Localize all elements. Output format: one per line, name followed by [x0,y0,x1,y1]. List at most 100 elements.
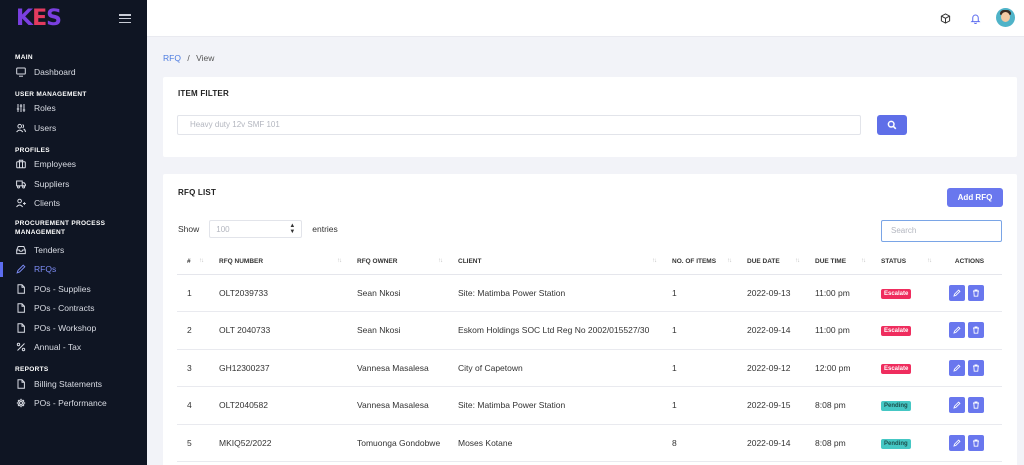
delete-button[interactable] [968,397,984,414]
percent-icon [16,342,26,352]
edit-button[interactable] [949,397,965,414]
sidebar-item-label: Employees [34,159,77,170]
entries-label: entries [312,224,338,234]
sidebar-item-dashboard[interactable]: Dashboard [0,62,147,82]
sidebar-item-roles[interactable]: Roles [0,99,147,119]
edit-icon [953,326,961,334]
sidebar-item-label: Roles [34,103,56,114]
sidebar-header: KES [0,0,147,37]
client-name: Eskom Holdings SOC Ltd Reg No 2002/01552… [448,311,662,350]
edit-button[interactable] [949,284,965,301]
user-plus-icon [16,198,26,208]
column-header: ACTIONS [937,250,1002,275]
edit-button[interactable] [949,322,965,339]
client-name: Site: Matimba Power Station [448,274,662,312]
sidebar-item-suppliers[interactable]: Suppliers [0,174,147,194]
item-filter-card: ITEM FILTER Heavy duty 12v SMF 101 [163,77,1017,157]
avatar[interactable] [996,8,1015,27]
rfq-number: OLT2040582 [209,386,347,425]
due-time: 11:00 pm [805,311,871,350]
rfq-number: OLT2039733 [209,274,347,312]
edit-icon [953,439,961,447]
entries-value: 100 [216,224,230,234]
sort-icon: ↑↓ [438,258,443,264]
actions-cell [937,274,1002,312]
sidebar-item-pos-contracts[interactable]: POs - Contracts [0,299,147,319]
row-number: 4 [177,386,209,425]
rfq-list-card: RFQ LIST Add RFQ Show 100 ▲ ▼ entries Sea… [163,174,1017,465]
due-date: 2022-09-12 [737,349,805,387]
column-header[interactable]: STATUS ↑↓ [871,250,937,275]
gear-icon [16,398,26,408]
rfq-owner: Vannesa Masalesa [347,349,448,387]
bell-icon[interactable] [968,11,982,25]
column-header[interactable]: NO. OF ITEMS ↑↓ [662,250,737,275]
sidebar-item-label: Users [34,122,57,133]
sidebar-item-pos-performance[interactable]: POs - Performance [0,394,147,414]
column-header-label: # [187,258,191,266]
table-search-input[interactable]: Search [881,220,1002,242]
delete-button[interactable] [968,359,984,376]
client-name: Site: Matimba Power Station [448,386,662,425]
logo-letter: S [46,6,62,31]
client-name: City of Capetown [448,349,662,387]
sidebar-item-clients[interactable]: Clients [0,194,147,214]
table-header-row: # ↑↓ RFQ NUMBER ↑↓ RFQ OWNER ↑↓ CLIENT ↑↓ NO… [177,250,1002,275]
column-header[interactable]: DUE TIME ↑↓ [805,250,871,275]
briefcase-icon [16,159,26,169]
edit-button[interactable] [949,434,965,451]
row-number: 5 [177,424,209,462]
column-header-label: RFQ NUMBER [219,258,264,266]
edit-icon [953,289,961,297]
delete-button[interactable] [968,322,984,339]
sidebar-item-pos-workshop[interactable]: POs - Workshop [0,318,147,338]
column-header-label: NO. OF ITEMS [672,258,717,266]
table-row[interactable]: 1 OLT2039733 Sean Nkosi Site: Matimba Power… [177,274,1002,312]
column-header[interactable]: CLIENT ↑↓ [448,250,662,275]
column-header[interactable]: RFQ OWNER ↑↓ [347,250,448,275]
column-header[interactable]: RFQ NUMBER ↑↓ [209,250,347,275]
item-count: 1 [662,311,737,350]
breadcrumb: RFQ / View [163,53,214,63]
sidebar-item-tenders[interactable]: Tenders [0,240,147,260]
table-row[interactable]: 5 MKIQ52/2022 Tomuonga Gondobwe Moses Kotan… [177,424,1002,462]
edit-button[interactable] [949,359,965,376]
archive-icon [16,245,26,255]
rfq-owner: Tomuonga Gondobwe [347,424,448,462]
actions-cell [937,386,1002,425]
file-icon [16,284,26,294]
sidebar-item-billing-statements[interactable]: Billing Statements [0,374,147,394]
delete-button[interactable] [968,284,984,301]
add-rfq-button[interactable]: Add RFQ [947,188,1003,207]
sidebar-item-users[interactable]: Users [0,118,147,138]
sidebar: KES MAIN Dashboard USER MANAGEMENT Roles… [0,0,147,465]
breadcrumb-link-rfq[interactable]: RFQ [163,53,181,63]
menu-toggle-icon[interactable] [119,14,131,23]
sidebar-item-employees[interactable]: Employees [0,155,147,175]
rfq-number: MKIQ52/2022 [209,424,347,462]
trash-icon [973,439,979,447]
item-filter-input[interactable]: Heavy duty 12v SMF 101 [177,115,861,135]
table-row[interactable]: 2 OLT 2040733 Sean Nkosi Eskom Holdings SOC… [177,311,1002,350]
sort-icon: ↑↓ [652,258,657,264]
rfq-number: GH12300237 [209,349,347,387]
sidebar-item-pos-supplies[interactable]: POs - Supplies [0,279,147,299]
monitor-icon [16,67,26,77]
logo[interactable]: KES [16,6,62,31]
sidebar-item-annual-tax[interactable]: Annual - Tax [0,338,147,358]
entries-select[interactable]: 100 ▲ ▼ [209,220,303,238]
column-header[interactable]: # ↑↓ [177,250,209,275]
table-row[interactable]: 3 GH12300237 Vannesa Masalesa City of Capet… [177,349,1002,387]
column-header[interactable]: DUE DATE ↑↓ [737,250,805,275]
due-date: 2022-09-13 [737,274,805,312]
sidebar-item-rfqs[interactable]: RFQs [0,260,147,280]
due-time: 11:00 pm [805,274,871,312]
topbar [147,0,1024,37]
row-number: 3 [177,349,209,387]
sidebar-item-label: POs - Performance [34,398,107,409]
table-row[interactable]: 4 OLT2040582 Vannesa Masalesa Site: Matimba… [177,386,1002,425]
search-button[interactable] [877,115,907,135]
sort-icon: ↑↓ [337,258,342,264]
delete-button[interactable] [968,434,984,451]
box-icon[interactable] [938,11,952,25]
